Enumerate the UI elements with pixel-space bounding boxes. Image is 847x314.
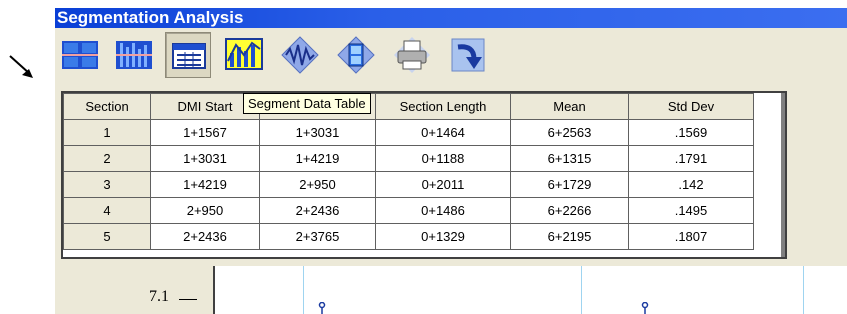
chart-area: 7.1 — [55, 266, 847, 314]
tooltip: Segment Data Table — [243, 93, 371, 114]
row-section-cell[interactable]: 2 — [63, 145, 151, 172]
printer-icon — [394, 37, 430, 73]
line-chart-icon — [225, 38, 263, 70]
segment-marker-icon[interactable] — [641, 302, 649, 314]
segment-chart-button[interactable] — [57, 32, 103, 78]
mean-cell[interactable]: 6+2563 — [510, 119, 629, 146]
table-header-row: Section DMI Start DMI Stop Section Lengt… — [63, 93, 754, 120]
window-title: Segmentation Analysis — [55, 8, 847, 28]
dmi-stop-cell[interactable]: 2+3765 — [259, 223, 376, 250]
diamond-wave-button[interactable] — [277, 32, 323, 78]
column-header-std-dev[interactable]: Std Dev — [628, 93, 754, 120]
std-dev-cell[interactable]: .1495 — [628, 197, 754, 224]
export-button[interactable] — [445, 32, 491, 78]
segment-data-table-button[interactable] — [165, 32, 211, 78]
axis-tick — [179, 299, 197, 300]
mean-cell[interactable]: 6+1315 — [510, 145, 629, 172]
section-length-cell[interactable]: 0+1486 — [375, 197, 511, 224]
grid-scroll-edge[interactable] — [781, 93, 785, 257]
std-dev-cell[interactable]: .1791 — [628, 145, 754, 172]
toolbar — [55, 28, 847, 87]
line-chart-button[interactable] — [221, 32, 267, 78]
bar-grid-button[interactable] — [111, 32, 157, 78]
row-section-cell[interactable]: 4 — [63, 197, 151, 224]
row-section-cell[interactable]: 3 — [63, 171, 151, 198]
section-length-cell[interactable]: 0+1188 — [375, 145, 511, 172]
dmi-start-cell[interactable]: 1+3031 — [150, 145, 260, 172]
std-dev-cell[interactable]: .1807 — [628, 223, 754, 250]
pointer-arrow-icon — [9, 55, 33, 78]
chart-gridline — [803, 266, 804, 314]
table-row[interactable]: 3 1+4219 2+950 0+2011 6+1729 .142 — [63, 171, 754, 198]
std-dev-cell[interactable]: .1569 — [628, 119, 754, 146]
mean-cell[interactable]: 6+1729 — [510, 171, 629, 198]
segment-marker-icon[interactable] — [318, 302, 326, 314]
chart-gridline — [581, 266, 582, 314]
dmi-stop-cell[interactable]: 1+4219 — [259, 145, 376, 172]
segment-chart-icon — [62, 41, 98, 69]
table-row[interactable]: 5 2+2436 2+3765 0+1329 6+2195 .1807 — [63, 223, 754, 250]
dmi-start-cell[interactable]: 2+950 — [150, 197, 260, 224]
dmi-start-cell[interactable]: 1+4219 — [150, 171, 260, 198]
bar-grid-icon — [116, 41, 152, 69]
table-row[interactable]: 2 1+3031 1+4219 0+1188 6+1315 .1791 — [63, 145, 754, 172]
table-panel: Section DMI Start DMI Stop Section Lengt… — [55, 86, 847, 266]
row-section-cell[interactable]: 5 — [63, 223, 151, 250]
axis-scale-label: 7.1 — [149, 288, 169, 305]
dmi-start-cell[interactable]: 2+2436 — [150, 223, 260, 250]
diamond-film-icon — [337, 36, 375, 74]
segment-data-grid: Section DMI Start DMI Stop Section Lengt… — [61, 91, 787, 259]
diamond-film-button[interactable] — [333, 32, 379, 78]
diamond-wave-icon — [281, 36, 319, 74]
mean-cell[interactable]: 6+2266 — [510, 197, 629, 224]
section-length-cell[interactable]: 0+1329 — [375, 223, 511, 250]
column-header-section-length[interactable]: Section Length — [375, 93, 511, 120]
chart-gridline — [303, 266, 304, 314]
row-section-cell[interactable]: 1 — [63, 119, 151, 146]
column-header-section[interactable]: Section — [63, 93, 151, 120]
column-header-mean[interactable]: Mean — [510, 93, 629, 120]
dmi-start-cell[interactable]: 1+1567 — [150, 119, 260, 146]
dmi-stop-cell[interactable]: 2+2436 — [259, 197, 376, 224]
table-row[interactable]: 1 1+1567 1+3031 0+1464 6+2563 .1569 — [63, 119, 754, 146]
chart-axis-panel: 7.1 — [55, 266, 215, 314]
dmi-stop-cell[interactable]: 1+3031 — [259, 119, 376, 146]
mean-cell[interactable]: 6+2195 — [510, 223, 629, 250]
dmi-stop-cell[interactable]: 2+950 — [259, 171, 376, 198]
std-dev-cell[interactable]: .142 — [628, 171, 754, 198]
section-length-cell[interactable]: 0+2011 — [375, 171, 511, 198]
table-row[interactable]: 4 2+950 2+2436 0+1486 6+2266 .1495 — [63, 197, 754, 224]
segment-table: Section DMI Start DMI Stop Section Lengt… — [63, 93, 754, 250]
curved-arrow-icon — [451, 38, 485, 72]
section-length-cell[interactable]: 0+1464 — [375, 119, 511, 146]
print-button[interactable] — [389, 32, 435, 78]
data-table-icon — [172, 43, 206, 69]
